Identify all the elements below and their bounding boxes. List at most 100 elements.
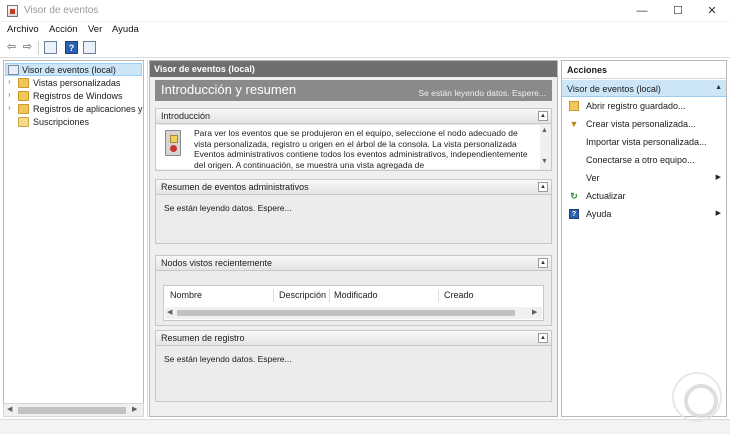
status-bar [0, 419, 730, 434]
overview-header: Visor de eventos (local) [150, 61, 557, 77]
action-abrir-registro[interactable]: Abrir registro guardado... [562, 98, 726, 115]
tree-item-label: Registros de aplicaciones y s [33, 104, 144, 114]
intro-text: Para ver los eventos que se produjeron e… [194, 128, 528, 169]
section-nodos-vistos-recientemente: Nodos vistos recientemente ▲ Nombre Desc… [155, 255, 552, 326]
action-label: Ayuda [586, 209, 612, 219]
scroll-left-icon[interactable]: ◀ [7, 405, 12, 413]
section-header[interactable]: Nodos vistos recientemente ▲ [156, 256, 551, 271]
tree-item-registros-aplicaciones[interactable]: › Registros de aplicaciones y s [4, 103, 143, 116]
intro-vertical-scrollbar[interactable]: ▲ ▼ [540, 125, 551, 169]
forward-arrow-icon[interactable]: ⇨ [21, 41, 34, 54]
actions-header: Acciones [562, 61, 726, 79]
column-header-modificado[interactable]: Modificado [334, 290, 378, 302]
column-header-creado[interactable]: Creado [444, 290, 474, 302]
intro-body: Para ver los eventos que se produjeron e… [156, 125, 551, 169]
menu-bar: Archivo Acción Ver Ayuda [0, 22, 730, 38]
pane-splitter[interactable] [147, 60, 148, 417]
tree-item-suscripciones[interactable]: Suscripciones [4, 116, 143, 129]
scroll-left-icon[interactable]: ◀ [167, 308, 172, 316]
scrollbar-thumb[interactable] [177, 310, 515, 316]
event-viewer-app-icon [7, 5, 18, 17]
action-label: Abrir registro guardado... [586, 101, 686, 111]
folder-icon [18, 104, 29, 114]
collapse-arrow-icon[interactable]: ▲ [715, 84, 722, 91]
expand-chevron-icon[interactable]: › [8, 90, 16, 99]
folder-icon [18, 91, 29, 101]
tree-item-vistas-personalizadas[interactable]: › Vistas personalizadas [4, 77, 143, 90]
minimize-button[interactable]: — [624, 0, 660, 22]
action-label: Actualizar [586, 191, 626, 201]
help-icon[interactable]: ? [65, 41, 78, 54]
section-title: Introducción [161, 111, 211, 121]
banner-title: Introducción y resumen [161, 82, 297, 97]
submenu-arrow-icon: ▶ [715, 210, 721, 217]
tree-item-registros-windows[interactable]: › Registros de Windows [4, 90, 143, 103]
collapse-icon[interactable]: ▲ [538, 182, 548, 192]
menu-ayuda[interactable]: Ayuda [112, 24, 139, 35]
action-importar-vista[interactable]: Importar vista personalizada... [562, 134, 726, 151]
event-log-icon [165, 130, 181, 156]
subscriptions-icon [18, 117, 29, 127]
expand-chevron-icon[interactable]: › [8, 77, 16, 86]
column-header-descripcion[interactable]: Descripción [279, 290, 326, 302]
show-hide-tree-icon[interactable] [44, 41, 57, 54]
menu-accion[interactable]: Acción [49, 24, 78, 35]
expand-chevron-icon[interactable]: › [8, 103, 16, 112]
scrollbar-thumb[interactable] [18, 407, 126, 414]
scroll-right-icon[interactable]: ▶ [532, 308, 537, 316]
help-icon: ? [569, 209, 579, 219]
action-ver[interactable]: Ver ▶ [562, 170, 726, 187]
actions-subheader-label: Visor de eventos (local) [567, 84, 661, 94]
menu-ver[interactable]: Ver [88, 24, 102, 35]
tree-root-node[interactable]: Visor de eventos (local) [5, 63, 142, 76]
console-tree: Visor de eventos (local) › Vistas person… [3, 60, 144, 417]
collapse-icon[interactable]: ▲ [538, 258, 548, 268]
toolbar-separator [38, 41, 39, 55]
tree-horizontal-scrollbar[interactable]: ◀ ▶ [3, 403, 144, 417]
folder-icon [18, 78, 29, 88]
collapse-icon[interactable]: ▲ [538, 111, 548, 121]
scroll-right-icon[interactable]: ▶ [132, 405, 137, 413]
recent-nodes-table: Nombre Descripción Modificado Creado ◀ ▶ [163, 285, 544, 321]
submenu-arrow-icon: ▶ [715, 174, 721, 181]
section-introduccion: Introducción ▲ Para ver los eventos que … [155, 108, 552, 171]
collapse-icon[interactable]: ▲ [538, 333, 548, 343]
section-header[interactable]: Resumen de registro ▲ [156, 331, 551, 346]
show-hide-actions-icon[interactable] [83, 41, 96, 54]
table-horizontal-scrollbar[interactable]: ◀ ▶ [165, 307, 542, 319]
tree-root-label: Visor de eventos (local) [22, 65, 116, 75]
window-title: Visor de eventos [24, 5, 99, 16]
back-arrow-icon[interactable]: ⇦ [5, 41, 18, 54]
section-title: Resumen de eventos administrativos [161, 182, 309, 192]
column-divider[interactable] [273, 289, 274, 302]
scroll-up-icon[interactable]: ▲ [541, 127, 548, 134]
action-label: Crear vista personalizada... [586, 119, 696, 129]
close-button[interactable]: ✕ [694, 0, 730, 22]
action-conectarse[interactable]: Conectarse a otro equipo... [562, 152, 726, 169]
section-header[interactable]: Introducción ▲ [156, 109, 551, 124]
toolbar: ⇦ ⇨ ? [0, 38, 730, 58]
scroll-down-icon[interactable]: ▼ [541, 158, 548, 165]
section-title: Resumen de registro [161, 333, 245, 343]
overview-banner: Introducción y resumen Se están leyendo … [155, 80, 552, 101]
menu-archivo[interactable]: Archivo [7, 24, 39, 35]
column-divider[interactable] [329, 289, 330, 302]
section-header[interactable]: Resumen de eventos administrativos ▲ [156, 180, 551, 195]
watermark-logo [672, 372, 722, 422]
loading-text: Se están leyendo datos. Espere... [164, 354, 292, 364]
actions-subheader[interactable]: Visor de eventos (local) ▲ [562, 80, 726, 97]
column-header-nombre[interactable]: Nombre [170, 290, 202, 302]
column-divider[interactable] [438, 289, 439, 302]
title-bar: Visor de eventos — ☐ ✕ [0, 0, 730, 22]
section-title: Nodos vistos recientemente [161, 258, 273, 268]
filter-icon: ▼ [569, 119, 579, 129]
tree-item-label: Vistas personalizadas [33, 78, 121, 88]
action-crear-vista[interactable]: ▼ Crear vista personalizada... [562, 116, 726, 133]
action-label: Conectarse a otro equipo... [586, 155, 695, 165]
overview-pane: Visor de eventos (local) Introducción y … [149, 60, 558, 417]
action-label: Importar vista personalizada... [586, 137, 707, 147]
action-ayuda[interactable]: ? Ayuda ▶ [562, 206, 726, 223]
maximize-button[interactable]: ☐ [660, 0, 696, 22]
actions-pane: Acciones Visor de eventos (local) ▲ Abri… [561, 60, 727, 417]
action-actualizar[interactable]: ↻ Actualizar [562, 188, 726, 205]
